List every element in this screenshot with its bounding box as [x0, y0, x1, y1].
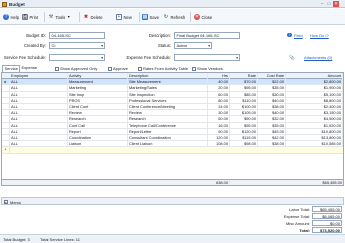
save-icon: ▦ [142, 14, 148, 20]
title-bar: Budget − □ ✕ [0, 0, 345, 8]
toolbar-divider [190, 12, 191, 22]
approve-label: Approve [113, 66, 128, 71]
toolbar: ? Help ⎙ Print ⚒ Tools ▾ ✖ Delete + New … [0, 9, 345, 25]
new-button[interactable]: + New [116, 13, 132, 22]
total-label: Labor Total: [289, 207, 310, 212]
budget-id-field[interactable]: 04-165-SC [49, 32, 105, 39]
service-fee-schedule-select[interactable] [49, 54, 105, 61]
total-label: Misc Amount: [285, 221, 310, 226]
budget-id-label: Budget ID: [26, 33, 46, 38]
service-lines-grid: 638.00 $65,455.00 Employee Activity Descri… [1, 72, 344, 186]
save-label: Save [149, 14, 160, 20]
tab-service[interactable]: Service [2, 65, 21, 72]
total-service-lines-count: Total Service Lines: 11 [40, 237, 80, 242]
field-help-icon: i [287, 32, 292, 37]
total-value-field[interactable]: $8,065.00 [312, 213, 342, 220]
toolbar-divider [44, 12, 45, 22]
toolbar-divider [79, 12, 80, 22]
window-title: Budget [9, 1, 25, 7]
close-icon: ✕ [194, 14, 200, 20]
hrs-total: 638.00 [208, 179, 230, 185]
print-label: Print [29, 14, 39, 20]
expense-fee-schedule-select[interactable] [174, 54, 240, 61]
refresh-label: Refresh [170, 14, 186, 20]
memo-label: Memo [10, 199, 22, 205]
refresh-icon: ↻ [163, 14, 169, 20]
new-label: New [123, 14, 132, 20]
close-label: Close [201, 14, 213, 20]
new-row-marker: * [2, 147, 10, 154]
refresh-button[interactable]: ↻ Refresh [163, 13, 185, 22]
total-value-field[interactable]: $65,455.00 [312, 206, 342, 213]
grid-footer: 638.00 $65,455.00 [2, 178, 343, 185]
delete-icon: ✖ [83, 14, 89, 20]
tab-expense[interactable]: Expense [20, 65, 39, 72]
field-link[interactable]: Field [294, 33, 303, 38]
attachments-link[interactable]: Attachments (0) [304, 55, 332, 60]
total-row: Total: $73,520.00 [258, 227, 344, 234]
tabs-and-options: Service Expense Show Approved Only Appro… [0, 64, 345, 72]
chevron-down-icon: ▾ [67, 14, 70, 19]
created-by-select[interactable]: CI [49, 42, 105, 49]
checkbox-box [138, 66, 142, 71]
maximize-button[interactable]: □ [326, 1, 332, 7]
new-document-icon: + [116, 14, 122, 20]
status-label: Status: [157, 43, 171, 48]
rates-from-activity-label: Rates From Activity Table [143, 66, 189, 71]
help-icon: ? [3, 14, 9, 20]
total-label: Expense Total: [283, 214, 310, 219]
printer-icon: ⎙ [22, 14, 28, 20]
created-by-label: Created By: [23, 43, 46, 48]
checkbox-box [192, 66, 196, 71]
show-vendors-label: Show Vendors [197, 66, 223, 71]
app-icon [2, 1, 7, 7]
delete-button[interactable]: ✖ Delete [83, 13, 103, 22]
status-bar: Total Budget: 3 Total Service Lines: 11 [0, 234, 345, 243]
paperclip-icon: 📎 [289, 55, 295, 60]
checkbox-box [108, 66, 112, 71]
checkbox-box [55, 66, 59, 71]
total-value-field[interactable]: $73,520.00 [312, 227, 342, 234]
rates-from-activity-checkbox[interactable]: Rates From Activity Table [138, 66, 188, 71]
show-vendors-checkbox[interactable]: Show Vendors [192, 66, 223, 71]
how-do-i-link[interactable]: How Do I? [310, 33, 329, 38]
description-field[interactable]: Final Budget 04-165-SC [174, 32, 240, 39]
total-label: Total: [299, 228, 310, 233]
budget-header-form: Budget ID: 04-165-SC Created By: CI Serv… [0, 26, 345, 62]
help-button[interactable]: ? Help [3, 13, 19, 22]
save-button[interactable]: ▦ Save [142, 13, 159, 22]
help-label: Help [10, 14, 20, 20]
window-close-button[interactable]: ✕ [333, 1, 339, 7]
total-row: Misc Amount: $0.00 [258, 220, 344, 227]
tools-button[interactable]: ⚒ Tools ▾ [48, 13, 71, 22]
close-button[interactable]: ✕ Close [194, 13, 212, 22]
expense-fee-schedule-label: Expense Fee Schedule: [126, 55, 171, 60]
total-value-field[interactable]: $0.00 [312, 220, 342, 227]
toolbar-divider [139, 12, 140, 22]
status-select[interactable]: Active [174, 42, 212, 49]
total-budget-count: Total Budget: 3 [3, 237, 30, 242]
show-approved-only-label: Show Approved Only [60, 66, 98, 71]
total-row: Expense Total: $8,065.00 [258, 213, 344, 220]
total-row: Labor Total: $65,455.00 [258, 206, 344, 213]
delete-label: Delete [90, 14, 103, 20]
memo-section[interactable]: + Memo [1, 197, 344, 205]
amount-total: $65,455.00 [322, 179, 342, 185]
expand-icon[interactable]: + [3, 199, 8, 204]
description-label: Description: [148, 33, 171, 38]
wrench-icon: ⚒ [48, 14, 54, 20]
service-fee-schedule-label: Service Fee Schedule: [3, 55, 46, 60]
show-approved-only-checkbox[interactable]: Show Approved Only [55, 66, 97, 71]
print-button[interactable]: ⎙ Print [22, 13, 38, 22]
tools-label: Tools [55, 14, 66, 20]
new-row[interactable]: * [2, 147, 343, 154]
minimize-button[interactable]: − [319, 1, 325, 7]
approve-checkbox[interactable]: Approve [108, 66, 128, 71]
